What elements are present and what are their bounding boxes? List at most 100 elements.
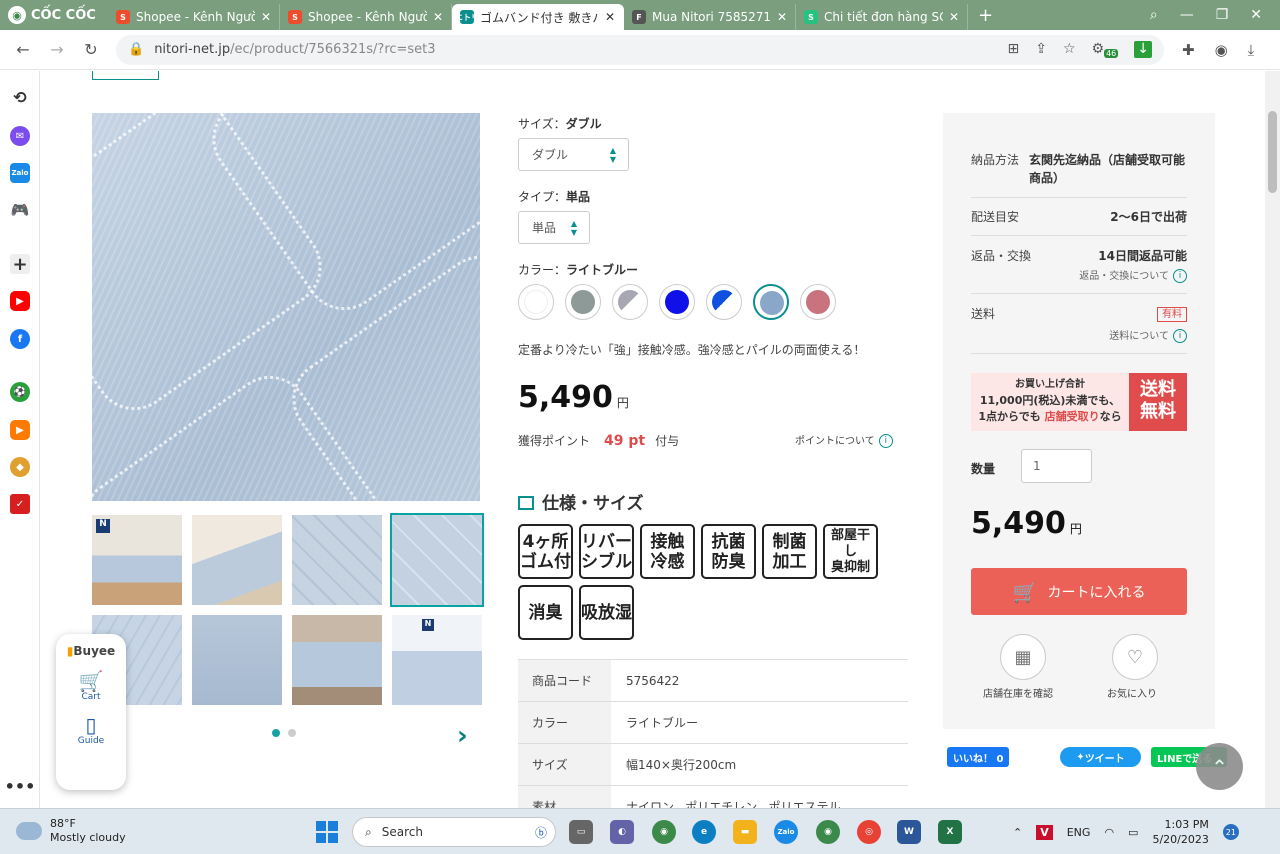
color-swatch-selected[interactable]: [753, 284, 789, 320]
zalo-icon[interactable]: Zalo: [10, 163, 30, 183]
play-icon[interactable]: ▶: [10, 420, 30, 440]
quantity-input[interactable]: 1: [1021, 449, 1092, 483]
bookmark-star-icon[interactable]: ☆: [1063, 41, 1076, 59]
thumbnail[interactable]: [292, 615, 382, 705]
thumbnail[interactable]: [292, 515, 382, 605]
carousel-next-icon[interactable]: ›: [457, 721, 468, 751]
color-swatch[interactable]: [612, 284, 648, 320]
chrome-icon[interactable]: ◎: [857, 820, 881, 844]
downloads-icon[interactable]: ⤓: [1248, 41, 1255, 59]
store-stock-button[interactable]: ▦: [1000, 634, 1046, 680]
chevron-up-icon[interactable]: ⌃: [1013, 826, 1022, 839]
color-swatch[interactable]: [706, 284, 742, 320]
url-text[interactable]: nitori-net.jp/ec/product/7566321s/?rc=se…: [154, 42, 435, 57]
points-about-link[interactable]: ポイントについて i: [795, 432, 893, 448]
browser-tab[interactable]: ニトリゴムバンド付き 敷きパッ✕: [452, 4, 624, 30]
zalo-taskbar-icon[interactable]: Zalo: [774, 820, 798, 844]
file-explorer-icon[interactable]: ▬: [733, 820, 757, 844]
page-scrollbar[interactable]: [1265, 71, 1280, 808]
close-tab-icon[interactable]: ✕: [777, 10, 787, 24]
antivirus-icon[interactable]: V: [1036, 824, 1053, 840]
swatch-color: [760, 291, 784, 315]
minimize-button[interactable]: —: [1180, 7, 1194, 23]
profile-icon[interactable]: ◉: [1215, 41, 1228, 59]
type-select[interactable]: 単品 ▲ ▼: [518, 211, 590, 244]
search-tabs-icon[interactable]: ⌕: [1150, 7, 1158, 23]
language-indicator[interactable]: ENG: [1067, 826, 1091, 839]
clock[interactable]: 1:03 PM 5/20/2023: [1152, 817, 1208, 847]
browser-tab[interactable]: S Chi tiết đơn hàng SC ✕: [796, 4, 968, 30]
close-tab-icon[interactable]: ✕: [605, 10, 615, 24]
translate-icon[interactable]: ⊞: [1007, 41, 1019, 59]
buyee-guide-button[interactable]: ▯ Guide: [56, 714, 126, 746]
free-shipping-banner[interactable]: お買い上げ合計 11,000円(税込)未満でも、 1点からでも 店舗受取りなら …: [971, 373, 1187, 431]
carousel-dot-active[interactable]: [272, 729, 280, 737]
thumbnail-selected[interactable]: [390, 513, 484, 607]
weather-widget[interactable]: 88°F Mostly cloudy: [16, 817, 126, 845]
add-icon[interactable]: +: [10, 254, 30, 275]
thumbnail[interactable]: N: [92, 515, 182, 605]
color-swatch[interactable]: [800, 284, 836, 320]
download-arrow-icon[interactable]: ↓: [1134, 40, 1152, 59]
thumbnail[interactable]: [192, 615, 282, 705]
history-icon[interactable]: ⟲: [10, 87, 30, 107]
youtube-icon[interactable]: ▶: [10, 291, 30, 311]
taskbar-search[interactable]: ⌕ Search ⓑ: [352, 817, 556, 847]
facebook-like-button[interactable]: いいね！ 0: [947, 747, 1010, 767]
teams-chat-icon[interactable]: ◐: [610, 820, 634, 844]
back-button[interactable]: ←: [6, 40, 40, 59]
shipping-about-link[interactable]: 送料について i: [1109, 327, 1187, 343]
todo-check-icon[interactable]: ✓: [10, 494, 30, 514]
store-stock-label[interactable]: 店舗在庫を確認: [983, 685, 1053, 700]
address-bar[interactable]: 🔒 nitori-net.jp/ec/product/7566321s/?rc=…: [116, 34, 1164, 65]
scroll-to-top-button[interactable]: ⌃: [1196, 743, 1243, 790]
favorite-button[interactable]: ♡: [1112, 634, 1158, 680]
close-window-button[interactable]: ✕: [1250, 7, 1262, 23]
windows-start-icon[interactable]: [316, 821, 338, 843]
battery-icon[interactable]: ▭: [1128, 826, 1138, 839]
browser-tab[interactable]: F Mua Nitori 7585271 ✕: [624, 4, 796, 30]
coccoc-logo[interactable]: ◉ CỐC CỐC: [0, 6, 108, 24]
close-tab-icon[interactable]: ✕: [261, 10, 271, 24]
close-tab-icon[interactable]: ✕: [949, 10, 959, 24]
new-tab-button[interactable]: +: [968, 5, 1003, 26]
color-swatch[interactable]: [565, 284, 601, 320]
word-icon[interactable]: W: [897, 820, 921, 844]
extensions-puzzle-icon[interactable]: ✚: [1182, 41, 1195, 59]
add-to-cart-button[interactable]: 🛒 カートに入れる: [971, 568, 1187, 615]
news-icon[interactable]: ◆: [10, 457, 30, 477]
thumbnail[interactable]: [192, 515, 282, 605]
coccoc-profile-icon[interactable]: ◉: [816, 820, 840, 844]
color-swatch[interactable]: [518, 284, 554, 320]
carousel-dot[interactable]: [288, 729, 296, 737]
browser-tab[interactable]: S Shopee - Kênh Ngườ ✕: [108, 4, 280, 30]
task-view-icon[interactable]: ▭: [569, 820, 593, 844]
forward-button[interactable]: →: [40, 40, 74, 59]
more-icon[interactable]: •••: [5, 776, 36, 796]
coccoc-taskbar-icon[interactable]: ◉: [652, 820, 676, 844]
soccer-icon[interactable]: ⚽: [10, 382, 30, 402]
close-tab-icon[interactable]: ✕: [433, 10, 443, 24]
video-tag[interactable]: [92, 71, 159, 80]
size-select[interactable]: ダブル ▲ ▼: [518, 138, 629, 171]
browser-tab[interactable]: S Shopee - Kênh Ngườ ✕: [280, 4, 452, 30]
facebook-icon[interactable]: f: [10, 329, 30, 349]
edge-icon[interactable]: e: [692, 820, 716, 844]
share-icon[interactable]: ⇪: [1035, 41, 1047, 59]
notification-badge[interactable]: 21: [1222, 824, 1239, 840]
excel-icon[interactable]: X: [938, 820, 962, 844]
thumbnail[interactable]: N: [392, 615, 482, 705]
color-swatch[interactable]: [659, 284, 695, 320]
tweet-button[interactable]: ✦ ツイート: [1060, 747, 1141, 767]
buyee-cart-button[interactable]: 🛒 Cart: [56, 670, 126, 702]
scrollbar-thumb[interactable]: [1268, 111, 1277, 193]
main-product-image[interactable]: [92, 113, 480, 501]
wifi-icon[interactable]: ◠: [1104, 826, 1114, 839]
reload-button[interactable]: ↻: [74, 40, 108, 59]
messenger-icon[interactable]: ✉: [10, 126, 30, 146]
game-icon[interactable]: 🎮: [10, 200, 30, 220]
return-about-link[interactable]: 返品・交換について i: [1079, 267, 1187, 283]
extension-badge-icon[interactable]: ⚙ 46: [1092, 41, 1119, 59]
favorite-label[interactable]: お気に入り: [1107, 685, 1157, 700]
restore-button[interactable]: ❐: [1216, 7, 1229, 23]
